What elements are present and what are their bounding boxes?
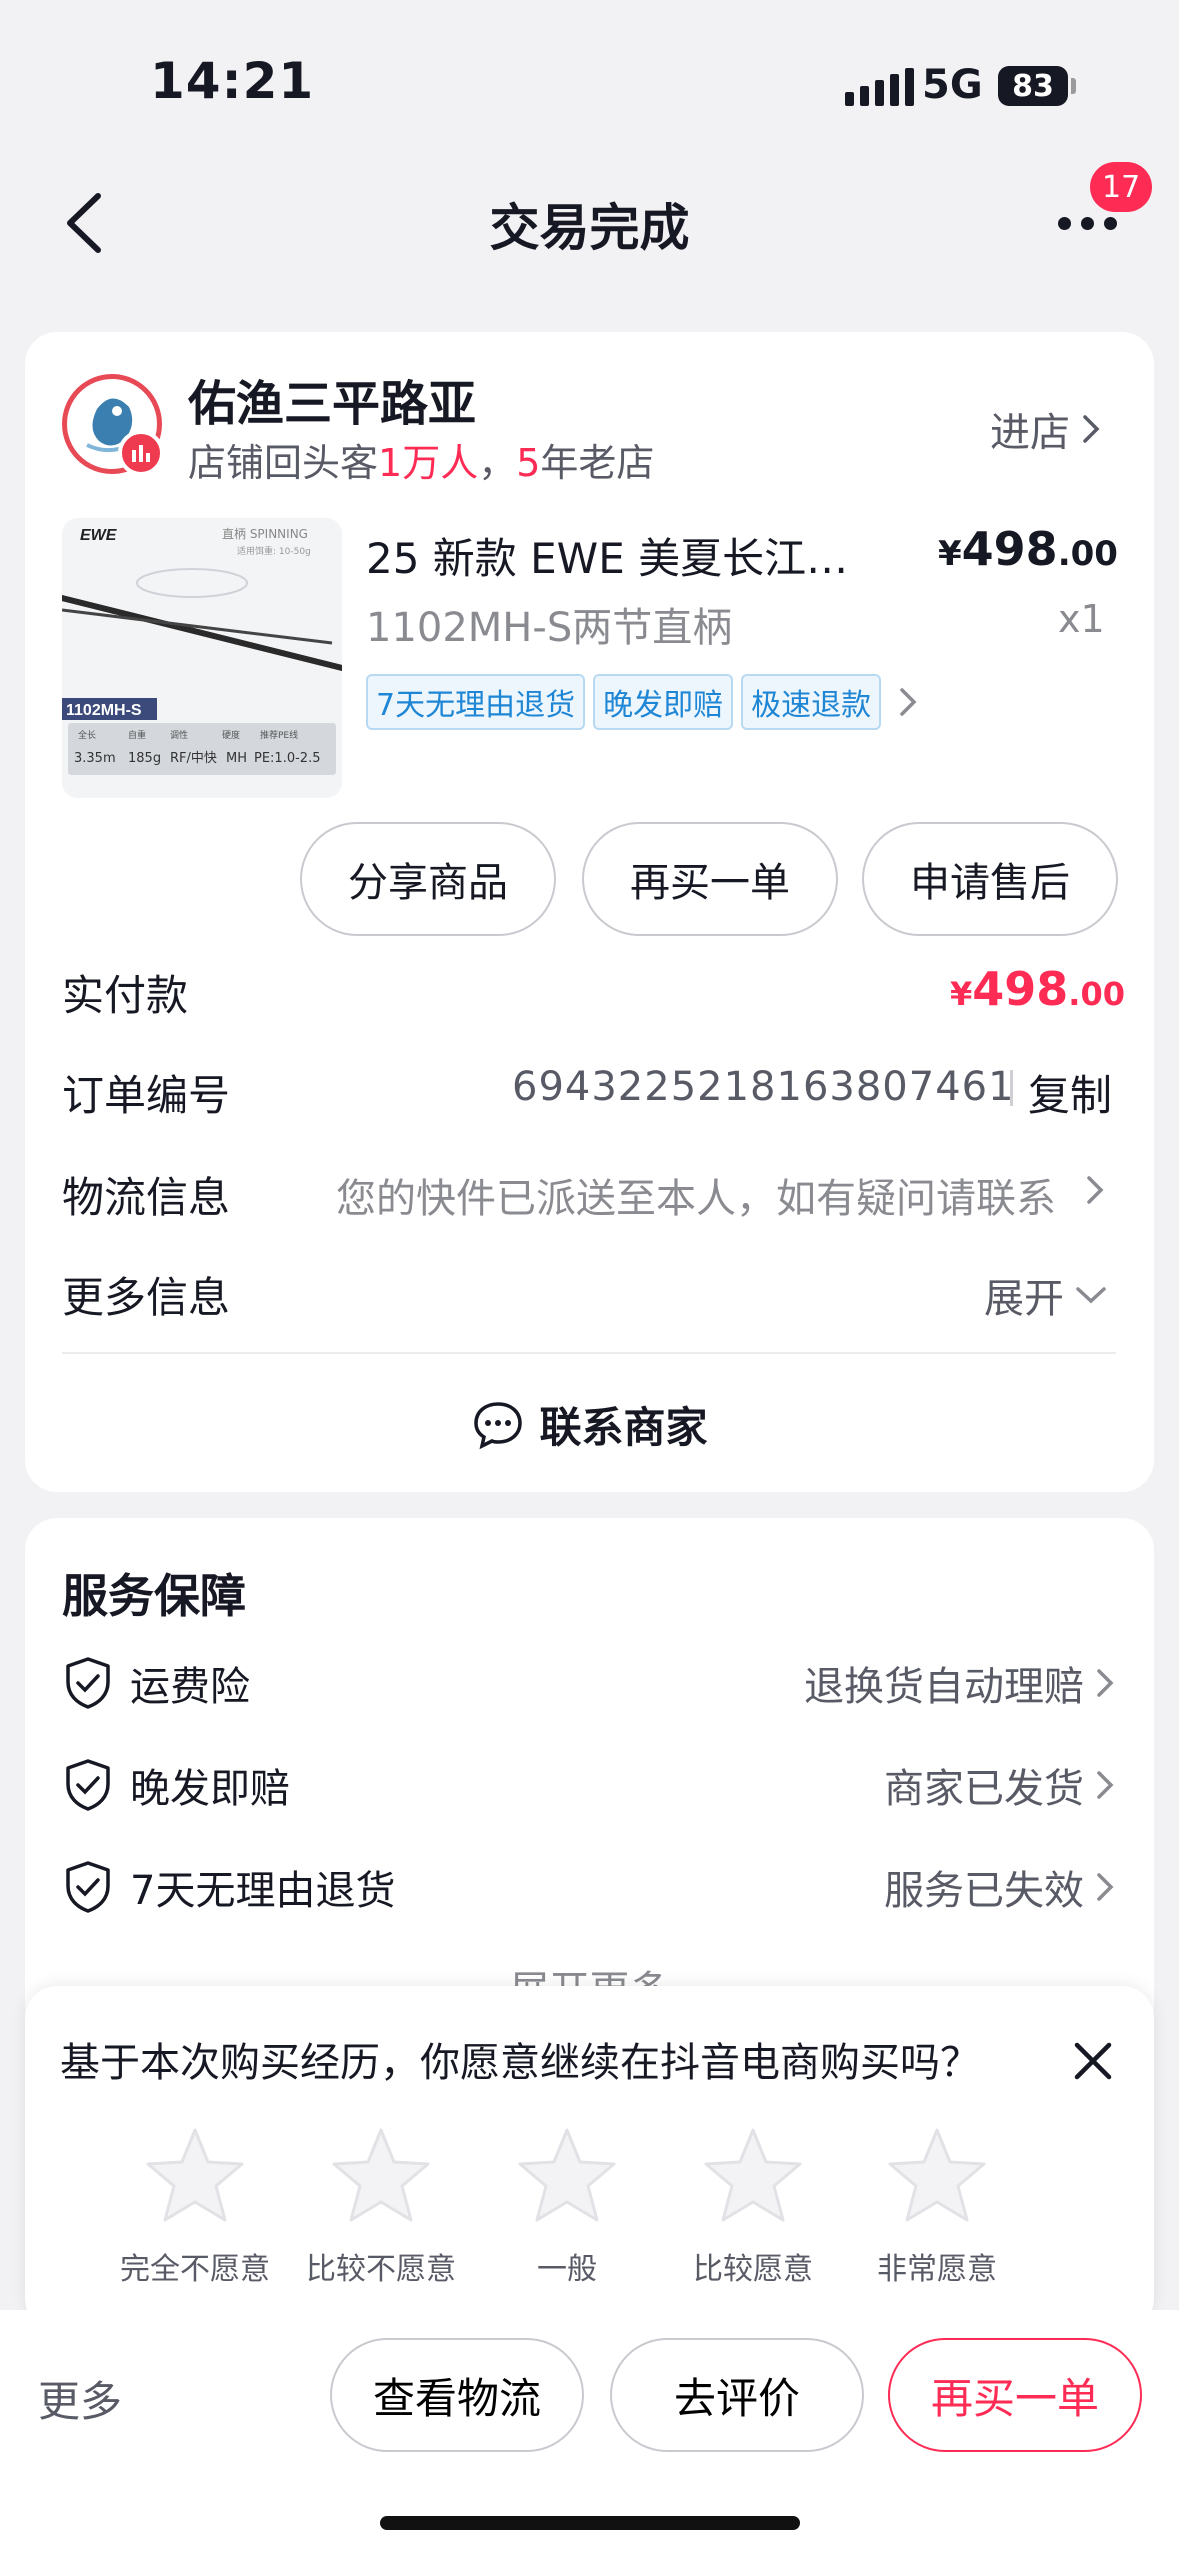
close-icon[interactable] [1068,2036,1118,2086]
product-title[interactable]: 25 新款 EWE 美夏长江三号矶钓竿 [366,525,886,586]
order-number-label: 订单编号 [62,1071,231,1120]
battery-icon: 83 [998,66,1068,106]
svg-text:硬度: 硬度 [222,729,240,741]
star-icon[interactable] [512,2122,622,2232]
svg-text:3.35m: 3.35m [74,751,116,766]
service-tags[interactable]: 7天无理由退货 晚发即赔 极速退款 [366,674,919,730]
brand-logo: EWE [80,527,118,544]
chevron-right-icon [1097,1771,1114,1799]
after-sale-button[interactable]: 申请售后 [862,822,1118,936]
product-quantity: x1 [1058,597,1105,641]
svg-text:185g: 185g [128,751,161,766]
chevron-down-icon [1076,1287,1106,1304]
service-row-7day-return[interactable]: 7天无理由退货 服务已失效 [62,1852,1116,1922]
svg-text:适用饵重: 10-50g: 适用饵重: 10-50g [237,545,311,557]
svg-text:推荐PE线: 推荐PE线 [260,729,298,741]
svg-text:RF/中快: RF/中快 [170,751,217,766]
chevron-right-icon [1097,1873,1114,1901]
expand-more-info[interactable]: 展开 [984,1266,1108,1324]
star-icon[interactable] [326,2122,436,2232]
shop-meta: 店铺回头客1万人，5年老店 [188,441,655,485]
battery-tip [1071,78,1076,94]
svg-text:全长: 全长 [78,729,96,741]
svg-text:MH: MH [226,751,247,766]
shop-level-icon [118,430,164,476]
logistics-status[interactable]: 您的快件已派送至本人，如有疑问请联系 [336,1166,1076,1224]
copy-order-button[interactable]: 复制 [1028,1062,1112,1123]
rebuy-button[interactable]: 再买一单 [582,822,838,936]
tag-return: 7天无理由退货 [366,674,586,730]
contact-merchant-button[interactable]: 联系商家 [0,1394,1179,1455]
shield-check-icon [66,1759,110,1811]
tag-fast-refund: 极速退款 [741,674,882,730]
svg-text:PE:1.0-2.5: PE:1.0-2.5 [254,751,320,766]
more-info-label: 更多信息 [62,1273,231,1322]
share-product-button[interactable]: 分享商品 [300,822,556,936]
buy-again-button[interactable]: 再买一单 [888,2338,1142,2452]
rating-label: 比较不愿意 [306,2252,456,2287]
rating-label: 非常愿意 [877,2252,997,2287]
chevron-right-icon [1083,415,1100,443]
write-review-button[interactable]: 去评价 [610,2338,864,2452]
star-icon[interactable] [882,2122,992,2232]
shield-check-icon [66,1657,110,1709]
paid-label: 实付款 [62,971,189,1020]
page-title: 交易完成 [489,199,690,257]
divider [62,1352,1116,1354]
rating-label: 一般 [537,2252,597,2287]
battery-level: 83 [1012,68,1054,104]
tag-late-compensation: 晚发即赔 [593,674,734,730]
rating-label: 完全不愿意 [120,2252,270,2287]
more-button[interactable]: 更多 [38,2368,122,2429]
rating-label: 比较愿意 [693,2252,813,2287]
product-image[interactable]: EWE 直柄 SPINNING 适用饵重: 10-50g 1102MH-S 全长… [62,518,342,798]
shop-name[interactable]: 佑渔三平路亚 [188,364,476,434]
logistics-label: 物流信息 [62,1173,231,1222]
product-spec: 1102MH-S两节直柄 [366,605,733,651]
chevron-right-icon [900,688,917,716]
service-section-title: 服务保障 [62,1569,246,1623]
status-time: 14:21 [150,52,315,110]
service-row-shipping-insurance[interactable]: 运费险 退换货自动理赔 [62,1648,1116,1718]
chevron-right-icon[interactable] [1084,1172,1106,1212]
cellular-signal-icon [845,68,914,106]
view-logistics-button[interactable]: 查看物流 [330,2338,584,2452]
divider [1010,1070,1013,1106]
order-number: 6943225218163807461 [512,1064,1015,1110]
paid-amount: ¥498.00 [950,962,1125,1016]
product-price: ¥498.00 [938,522,1118,576]
home-indicator [380,2516,800,2530]
svg-text:自重: 自重 [128,729,146,741]
notification-badge: 17 [1090,162,1153,212]
survey-question: 基于本次购买经历，你愿意继续在抖音电商购买吗？ [60,2040,980,2086]
shield-check-icon [66,1861,110,1913]
enter-shop-link[interactable]: 进店 [990,400,1102,458]
star-icon[interactable] [698,2122,808,2232]
network-type: 5G [922,62,983,108]
star-icon[interactable] [140,2122,250,2232]
svg-text:直柄 SPINNING: 直柄 SPINNING [222,527,308,541]
service-row-late-compensation[interactable]: 晚发即赔 商家已发货 [62,1750,1116,1820]
chevron-right-icon [1097,1669,1114,1697]
svg-text:调性: 调性 [170,729,188,741]
chat-icon [474,1401,523,1449]
svg-text:1102MH-S: 1102MH-S [66,702,142,719]
